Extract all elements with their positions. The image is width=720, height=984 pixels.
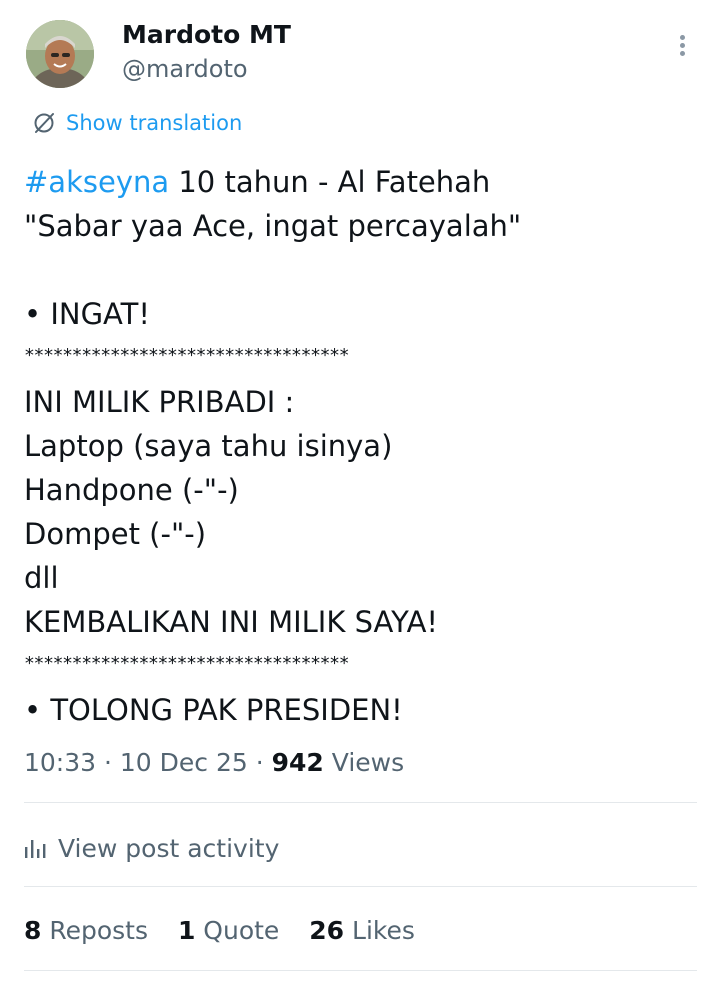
likes-stat[interactable]: 26 Likes: [309, 916, 415, 945]
avatar-image: [26, 20, 94, 88]
reposts-count: 8: [24, 916, 42, 945]
bar-chart-icon: [25, 840, 46, 858]
author-name[interactable]: Mardoto MT: [122, 20, 291, 50]
post-header: Mardoto MT @mardoto: [26, 20, 694, 88]
meta-separator: ·: [247, 748, 272, 777]
post-line: INI MILIK PRIBADI :: [24, 385, 295, 419]
post-line: • INGAT!: [24, 297, 150, 331]
views-count: 942: [271, 748, 324, 777]
post-line-text: 10 tahun - Al Fatehah: [169, 165, 491, 199]
post-line: Handpone (-"-): [24, 473, 239, 507]
post-text: #akseyna 10 tahun - Al Fatehah "Sabar ya…: [24, 160, 694, 732]
author-handle[interactable]: @mardoto: [122, 54, 248, 84]
more-options-icon[interactable]: [670, 32, 694, 62]
post-line: Dompet (-"-): [24, 517, 207, 551]
hashtag-link[interactable]: #akseyna: [24, 165, 169, 199]
separator-stars: **********************************: [24, 653, 350, 674]
engagement-stats: 8 Reposts 1 Quote 26 Likes: [24, 912, 437, 950]
post-date[interactable]: 10 Dec 25: [120, 748, 248, 777]
post-line: "Sabar yaa Ace, ingat percayalah": [24, 209, 522, 243]
show-translation-link[interactable]: Show translation: [32, 108, 242, 138]
view-post-activity-link[interactable]: View post activity: [24, 828, 279, 868]
quotes-count: 1: [177, 916, 196, 945]
likes-count: 26: [309, 916, 345, 945]
quotes-label: Quote: [195, 916, 280, 945]
post-line: KEMBALIKAN INI MILIK SAYA!: [24, 605, 439, 639]
divider: [24, 970, 697, 971]
divider: [24, 886, 697, 887]
translate-icon: [34, 113, 54, 133]
reposts-stat[interactable]: 8 Reposts: [24, 916, 148, 945]
post-line: dll: [24, 561, 59, 595]
views-label: Views: [323, 748, 405, 777]
show-translation-label: Show translation: [66, 111, 243, 135]
avatar[interactable]: [26, 20, 94, 88]
reposts-label: Reposts: [41, 916, 148, 945]
view-post-activity-label: View post activity: [58, 833, 280, 863]
separator-stars: **********************************: [24, 345, 350, 366]
meta-separator: ·: [96, 748, 120, 777]
quotes-stat[interactable]: 1 Quote: [178, 916, 279, 945]
divider: [24, 802, 697, 803]
post-line: • TOLONG PAK PRESIDEN!: [24, 693, 403, 727]
post-line: #akseyna 10 tahun - Al Fatehah: [24, 160, 694, 204]
likes-label: Likes: [344, 916, 415, 945]
post-line: Laptop (saya tahu isinya): [24, 429, 393, 463]
post-meta: 10:33 · 10 Dec 25 · 942 Views: [24, 745, 404, 781]
post-time[interactable]: 10:33: [24, 748, 96, 777]
